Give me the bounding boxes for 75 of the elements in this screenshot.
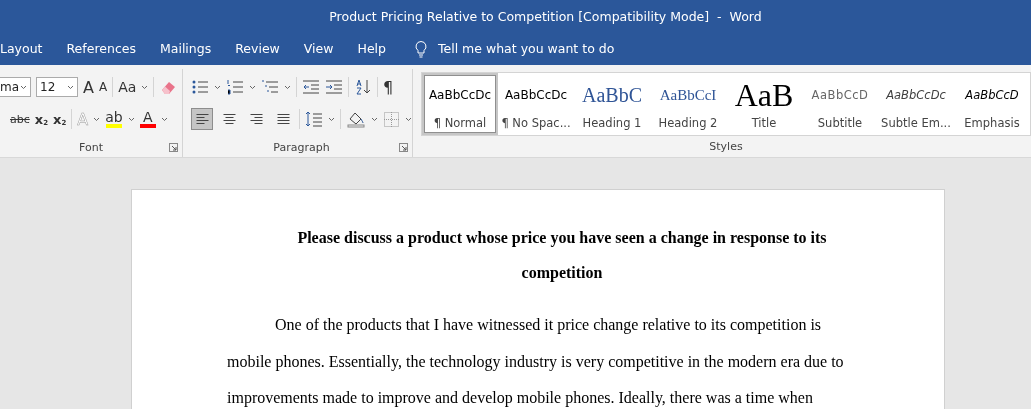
shading-icon[interactable] <box>346 110 366 128</box>
style-name: Subtitle <box>817 116 863 130</box>
caret-icon <box>20 84 27 90</box>
caret-icon[interactable] <box>160 116 168 122</box>
menu-tab[interactable]: Review <box>223 41 292 56</box>
caret-icon[interactable] <box>328 116 335 122</box>
style-name: Emphasis <box>964 116 1020 130</box>
body-paragraph: One of the products that I have witnessed it price change relative to its competition is mobile phones. Essentially, the technology industry is very competitive in the modern era due to improvements made to improve and develop mobile phones. Ideally, there was a time when <box>227 315 845 409</box>
eraser-icon[interactable] <box>159 79 178 95</box>
style-item[interactable]: AaBbCcI Heading 2 <box>650 73 726 135</box>
multilevel-list-icon[interactable] <box>261 79 279 95</box>
grow-font-button[interactable]: A <box>83 77 94 97</box>
align-left-icon <box>195 114 209 124</box>
style-item[interactable]: AaBbCcDc ¶ Normal <box>422 73 498 135</box>
caret-icon <box>67 84 74 90</box>
caret-icon[interactable] <box>127 116 135 122</box>
font-color-button[interactable]: A <box>139 110 156 128</box>
strikethrough-button[interactable]: abc <box>10 112 30 126</box>
style-preview: AaBbCcI <box>659 85 717 105</box>
style-name: Subtle Em... <box>881 116 951 130</box>
menu-tab[interactable]: Layout <box>0 41 55 56</box>
caret-icon[interactable] <box>284 84 291 90</box>
caret-icon[interactable] <box>371 116 378 122</box>
style-name: Heading 2 <box>658 116 718 130</box>
menu-tab[interactable]: Mailings <box>147 41 224 56</box>
group-label: Paragraph <box>273 140 330 154</box>
style-preview: AaBbCcDc <box>886 87 946 104</box>
highlight-button[interactable]: ab <box>105 110 123 128</box>
subscript-button[interactable]: x$_{2}$ <box>34 111 49 127</box>
font-name-field[interactable]: ma <box>0 77 31 97</box>
style-name: Title <box>751 116 777 130</box>
align-right-icon <box>249 114 263 124</box>
align-center-icon <box>222 114 236 124</box>
numbered-list-icon[interactable] <box>226 79 244 95</box>
align-justify-icon <box>276 114 290 124</box>
group-label: Styles <box>709 139 743 153</box>
style-name: ¶ Normal <box>433 116 487 130</box>
style-preview: AaBbCcDc <box>428 87 492 104</box>
style-preview: AaBbCcD <box>811 87 869 104</box>
style-name: Heading 1 <box>582 116 642 130</box>
caret-icon[interactable] <box>93 116 101 122</box>
dialog-launcher-icon[interactable] <box>399 143 408 152</box>
menu-tab[interactable]: Help <box>345 41 398 56</box>
window-title: Product Pricing Relative to Competition [Compatibility Mode] - Word <box>328 8 762 24</box>
style-preview: AaBbCcDc <box>504 87 568 104</box>
document-heading: Please discuss a product whose price you have seen a change in response to its competition <box>296 228 828 284</box>
style-item[interactable]: AaBbCcD Emphasis <box>954 73 1030 135</box>
change-case-button[interactable]: Aa <box>118 79 137 95</box>
dialog-launcher-icon[interactable] <box>169 143 178 152</box>
shrink-font-button[interactable]: A <box>98 80 108 94</box>
style-item[interactable]: AaBbCcD Subtitle <box>802 73 878 135</box>
caret-icon[interactable] <box>249 84 256 90</box>
caret-icon[interactable] <box>141 84 149 90</box>
style-preview: AaBbCcD <box>965 87 1019 104</box>
group-label: Font <box>79 140 103 154</box>
caret-icon[interactable] <box>214 84 221 90</box>
font-size-field[interactable]: 12 <box>36 77 78 97</box>
menu-tab[interactable]: References <box>54 41 148 56</box>
style-item[interactable]: AaB Title <box>726 73 802 135</box>
menu-tab[interactable]: View <box>291 41 346 56</box>
style-name: ¶ No Spac... <box>501 116 571 130</box>
line-spacing-icon[interactable] <box>305 111 323 127</box>
sort-icon[interactable] <box>354 79 372 95</box>
borders-icon[interactable] <box>383 110 400 128</box>
style-item[interactable]: AaBbCcDc Subtle Em... <box>878 73 954 135</box>
bullet-list-icon[interactable] <box>191 79 209 95</box>
style-item[interactable]: AaBbCcDc ¶ No Spac... <box>498 73 574 135</box>
caret-icon[interactable] <box>405 116 412 122</box>
lightbulb-icon[interactable] <box>414 39 428 58</box>
show-formatting-button[interactable]: ¶ <box>383 77 394 97</box>
style-preview: AaBbC <box>582 82 642 108</box>
style-item[interactable]: AaBbC Heading 1 <box>574 73 650 135</box>
align-left-button[interactable] <box>191 108 213 130</box>
style-preview: AaB <box>734 81 794 109</box>
tell-me-search[interactable]: Tell me what you want to do <box>438 41 615 56</box>
